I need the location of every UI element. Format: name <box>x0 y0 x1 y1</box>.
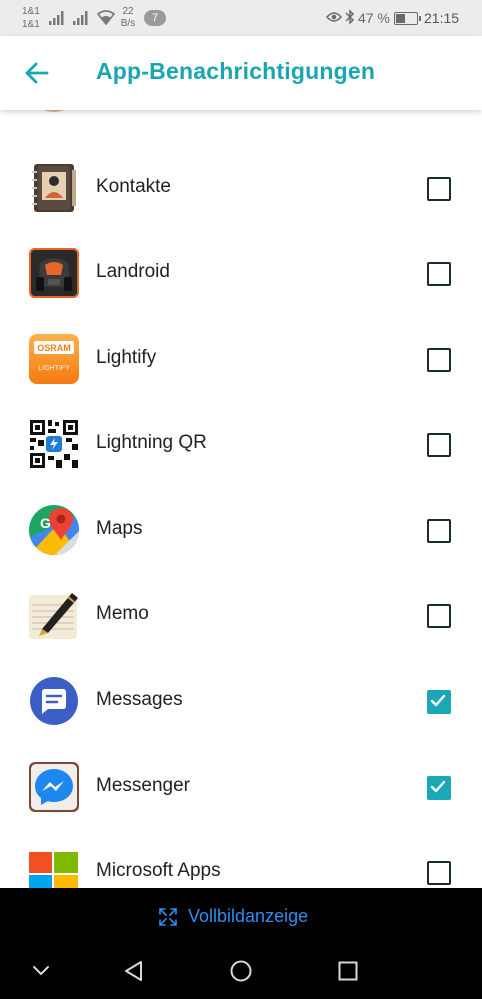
list-item-kontakte[interactable]: Kontakte <box>0 146 482 231</box>
checkbox-lightify[interactable] <box>427 348 451 372</box>
back-triangle-icon[interactable] <box>122 959 146 983</box>
app-label-kontakte: Kontakte <box>96 176 171 197</box>
carrier-1: 1&1 <box>22 6 40 17</box>
lightify-logo-text: LIGHTIFY <box>38 365 70 372</box>
contacts-icon <box>32 164 76 212</box>
app-label-microsoft-apps: Microsoft Apps <box>96 860 221 881</box>
net-speed: 22 B/s <box>120 6 136 30</box>
list-item-messenger[interactable]: Messenger <box>0 745 482 830</box>
maps-g-letter: G <box>40 515 51 531</box>
recents-square-icon[interactable] <box>336 959 360 983</box>
checkbox-messenger[interactable] <box>427 776 451 800</box>
qr-code-icon <box>29 419 79 469</box>
carrier-2: 1&1 <box>22 19 40 30</box>
checkbox-messages[interactable] <box>427 690 451 714</box>
battery-fill <box>396 14 405 23</box>
osram-logo-text: OSRAM <box>37 343 71 353</box>
checkbox-kontakte[interactable] <box>427 177 451 201</box>
messages-icon <box>30 677 78 725</box>
system-nav-bar <box>0 946 482 999</box>
landroid-icon <box>29 248 79 298</box>
list-item-lightning-qr[interactable]: Lightning QR <box>0 402 482 487</box>
list-item-memo[interactable]: Memo <box>0 573 482 658</box>
eye-comfort-icon <box>326 12 342 22</box>
checkbox-memo[interactable] <box>427 604 451 628</box>
app-label-landroid: Landroid <box>96 261 170 282</box>
hide-nav-chevron-icon[interactable] <box>30 959 52 981</box>
carrier-labels: 1&1 1&1 <box>22 5 42 31</box>
checkbox-landroid[interactable] <box>427 262 451 286</box>
back-arrow-icon[interactable] <box>22 58 52 88</box>
home-circle-icon[interactable] <box>229 959 253 983</box>
checkbox-maps[interactable] <box>427 519 451 543</box>
fullscreen-bar[interactable]: Vollbildanzeige <box>0 888 482 946</box>
app-label-messages: Messages <box>96 689 183 710</box>
net-speed-unit: B/s <box>120 18 136 29</box>
list-item-maps[interactable]: G Maps <box>0 488 482 573</box>
lightify-icon: OSRAM LIGHTIFY <box>29 334 79 384</box>
checkbox-microsoft-apps[interactable] <box>427 861 451 885</box>
signal-icon <box>49 11 64 25</box>
fullscreen-icon <box>159 908 177 926</box>
battery-percent: 47 % <box>358 10 390 26</box>
check-mark-icon <box>430 694 446 707</box>
bluetooth-icon <box>345 9 355 25</box>
app-label-lightify: Lightify <box>96 347 157 368</box>
signal-icon-2 <box>73 11 88 25</box>
list-item-landroid[interactable]: Landroid <box>0 231 482 316</box>
status-bar: 1&1 1&1 22 B/s 7 47 % 21:15 <box>0 0 482 36</box>
notification-count-badge: 7 <box>144 10 166 26</box>
maps-icon: G <box>29 505 79 555</box>
wifi-icon <box>96 10 116 25</box>
app-label-memo: Memo <box>96 603 149 624</box>
page-title: App-Benachrichtigungen <box>96 58 376 84</box>
messenger-icon <box>29 762 79 812</box>
fullscreen-label[interactable]: Vollbildanzeige <box>188 906 308 927</box>
app-label-maps: Maps <box>96 518 143 539</box>
list-item-lightify[interactable]: OSRAM LIGHTIFY Lightify <box>0 317 482 402</box>
check-mark-icon <box>430 780 446 793</box>
screen: 1&1 1&1 22 B/s 7 47 % 21:15 App-Benachri… <box>0 0 482 999</box>
net-speed-value: 22 <box>122 6 134 17</box>
app-label-lightning-qr: Lightning QR <box>96 432 207 453</box>
memo-pen-icon <box>29 593 78 639</box>
app-bar: App-Benachrichtigungen <box>0 36 482 110</box>
app-label-messenger: Messenger <box>96 775 190 796</box>
checkbox-lightning-qr[interactable] <box>427 433 451 457</box>
battery-icon <box>394 12 421 25</box>
clock: 21:15 <box>424 10 460 26</box>
list-item-messages[interactable]: Messages <box>0 659 482 744</box>
